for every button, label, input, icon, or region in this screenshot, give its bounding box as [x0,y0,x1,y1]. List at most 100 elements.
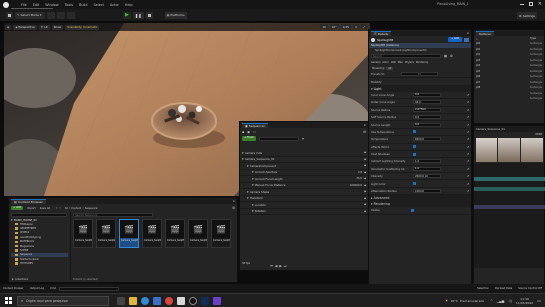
track-expand-icon[interactable]: ▾ [252,177,254,181]
import-button[interactable]: Import [27,207,36,210]
keyframe-icon[interactable]: ◆ [364,164,366,167]
close-icon[interactable]: × [538,2,542,7]
asset-tile[interactable]: 🎬 Camera_Seq04 [142,219,162,248]
unreal-editor-icon[interactable] [189,296,197,305]
details-search-input[interactable]: Search [371,54,441,58]
path-all[interactable]: All [65,207,68,210]
track-expand-icon[interactable]: ▾ [252,170,254,174]
add-track-button[interactable]: + Track [242,136,256,141]
reset-icon[interactable]: ↺ [467,152,469,156]
shot-thumbnail[interactable] [475,138,498,162]
photoshop-icon[interactable] [201,296,209,305]
reset-icon[interactable]: ↺ [467,167,469,171]
track-bar[interactable] [474,177,545,181]
menu-help[interactable]: Help [125,3,133,7]
tray-chevron-icon[interactable]: ^ [490,299,493,303]
content-add-button[interactable]: + Add [11,205,24,211]
reset-icon[interactable]: ↺ [467,174,469,178]
stop-button[interactable] [145,11,153,19]
console-input[interactable] [59,286,120,291]
track-value[interactable]: 100000.0 [350,184,362,187]
reset-icon[interactable]: ↺ [467,182,469,186]
keyframe-icon[interactable]: ◆ [364,177,366,180]
root-component[interactable]: SpotLight8 (Instance) [371,44,399,47]
store-icon[interactable] [153,296,161,305]
platforms-dropdown[interactable]: ▤ Platforms [164,11,187,19]
sequencer-tab[interactable]: ▣Sequencer [242,122,268,128]
keyframe-icon[interactable]: ◆ [364,151,366,154]
windows-start-icon[interactable] [5,297,12,304]
weather-icon[interactable]: ☀ [445,298,449,303]
sequencer-play-icon[interactable]: ▶ [279,264,281,268]
close-details-icon[interactable]: × [466,31,469,35]
keyframe-icon[interactable]: ◆ [364,197,366,200]
source-control-button[interactable]: Source Control Off [518,287,542,290]
temperature-label[interactable]: 26°C [451,299,458,303]
track-expand-icon[interactable]: ▾ [252,183,254,187]
grid-snap-chip[interactable]: 10 [320,24,328,29]
volume-icon[interactable]: ◁) [508,299,512,303]
frame-rate-label[interactable]: 30 fps [242,262,250,265]
scalability-warning[interactable]: Scalability: Cinematic [65,24,100,30]
reset-icon[interactable]: ↺ [467,130,469,134]
filter-general[interactable]: General [370,61,381,64]
content-browser-tab[interactable]: ▤Content Browser [11,198,46,204]
property-value-field[interactable]: 2.67500 [413,107,441,112]
close-sequencer-icon[interactable]: × [363,123,366,127]
transform-row[interactable]: Transform [369,71,471,79]
folder-item[interactable]: TEXTURES [11,262,68,266]
menu-tools[interactable]: Tools [65,3,73,7]
keyframe-icon[interactable]: ◆ [364,158,366,161]
add-component-button[interactable]: + Add [447,37,462,42]
transform-y-field[interactable] [420,72,438,77]
network-icon[interactable]: ▁▃▅ [497,299,504,303]
folder-search-input[interactable] [11,213,67,217]
property-checkbox[interactable] [413,182,416,186]
minimize-icon[interactable] [519,3,524,5]
property-value-field[interactable]: 1.0 [413,166,441,171]
menu-actor[interactable]: Actor [110,3,119,7]
taskbar-search-box[interactable]: ⌕ Digite aqui para pesquisar [17,295,109,306]
reset-icon[interactable]: ↺ [467,145,469,149]
track-expand-icon[interactable]: ▾ [247,190,249,194]
property-checkbox[interactable] [413,130,416,134]
cmd-dropdown[interactable]: Cmd [50,287,56,290]
sequencer-camera-icon[interactable]: ▭ [253,130,256,134]
track-value[interactable]: 2.8 [358,171,362,174]
reset-icon[interactable]: ↺ [467,123,469,127]
back-icon[interactable]: ‹ [56,206,57,210]
weather-label[interactable]: Pred ensolarado [460,299,484,303]
blueprint-icon[interactable] [464,37,469,42]
play-reverse-icon[interactable]: ◀ [275,264,277,268]
filter-all[interactable]: All [386,66,394,70]
lit-button[interactable]: ☀ Lit [38,24,50,30]
property-value-field[interactable]: 2000.0 lm [413,174,441,179]
asset-search-input[interactable]: Search Sequence [73,213,153,217]
path-sequence[interactable]: Sequence [85,207,98,210]
track-expand-icon[interactable]: ▾ [252,203,254,207]
asset-tile[interactable]: 🎬 Camera_Seq01 [73,219,93,248]
menu-window[interactable]: Window [45,3,58,7]
filter-actor[interactable]: Actor [381,61,389,64]
details-tab[interactable]: ☰Details [371,30,392,36]
save-button[interactable] [6,11,13,19]
file-explorer-icon[interactable] [129,296,137,305]
keyframe-icon[interactable]: ◆ [364,171,366,174]
epic-launcher-icon[interactable] [177,296,185,305]
to-end-icon[interactable]: ⏭ [284,264,287,268]
menu-file[interactable]: File [21,3,27,7]
content-settings-icon[interactable]: ⚙ [232,206,235,210]
select-mode-dropdown[interactable]: ↖ Select Mode ▾ [15,11,45,19]
keyframe-icon[interactable]: ◆ [364,203,366,206]
property-value-field[interactable]: 44.0 [413,100,441,105]
collections-expand-icon[interactable]: ▸ [12,277,14,281]
asset-tile[interactable]: 🎬 Camera_Seq03 [119,219,139,248]
sequencer-track[interactable]: ▾ Rotation ◆ [240,209,368,215]
outliner-item[interactable]: Rectangle [474,96,544,102]
blueprint-button[interactable] [57,11,65,19]
asset-tile[interactable]: 🎬 Camera_Seq07 [211,219,231,248]
sub-component[interactable]: SpotLightComponent (LightComponent0) [375,49,427,52]
property-value-field[interactable]: 1.0 [413,159,441,164]
keyframe-icon[interactable]: ◆ [364,210,366,213]
track-bar[interactable] [474,187,545,191]
